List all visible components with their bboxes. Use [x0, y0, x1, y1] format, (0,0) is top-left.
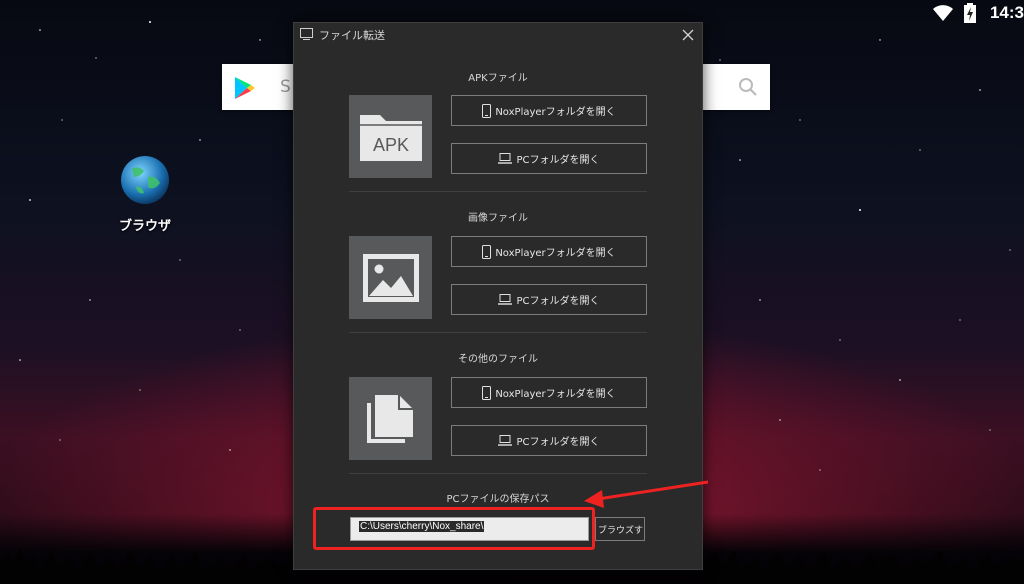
- annotation-arrow-icon: [584, 480, 709, 508]
